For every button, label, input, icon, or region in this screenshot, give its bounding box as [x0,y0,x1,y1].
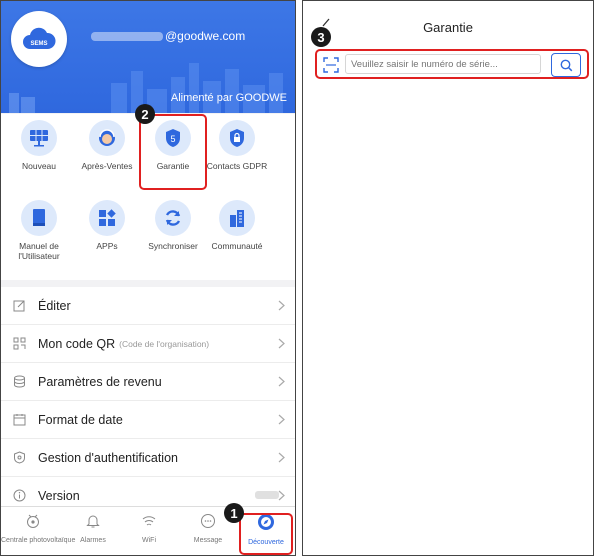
redacted-email-name [91,32,163,42]
list-item-editer[interactable]: Éditer [1,287,295,325]
list-sublabel: (Code de l'organisation) [119,338,210,349]
manual-book-icon [21,200,57,236]
grid-label: Nouveau [21,161,57,171]
grid-item-contacts-gdpr[interactable]: Contacts GDPR [202,120,272,171]
solar-panel-icon [21,120,57,156]
callout-2: 2 [135,104,155,124]
chevron-right-icon [278,414,285,425]
list-item-format-date[interactable]: Format de date [1,401,295,439]
sems-cloud-icon: SEMS [23,27,56,49]
chevron-right-icon [278,490,285,501]
community-buildings-icon [219,200,255,236]
page-title: Garantie [423,20,473,35]
tab-centrale-photovoltaique[interactable]: Centrale photovoltaïque [1,513,76,544]
tab-alarmes[interactable]: Alarmes [69,513,117,544]
qr-code-icon [12,337,26,351]
grid-item-apres-ventes[interactable]: Après-Ventes [72,120,142,171]
chevron-right-icon [278,376,285,387]
grid-label: Communauté [211,241,263,251]
support-agent-icon [89,120,125,156]
grid-label: Synchroniser [148,241,198,251]
powered-by-label: Alimenté par GOODWE [170,92,287,104]
callout-1: 1 [224,503,244,523]
list-label: Éditer [38,298,71,313]
tab-label: Centrale photovoltaïque [1,537,76,544]
grid-label: Manuel de l'Utilisateur [18,241,60,261]
grid-item-communaute[interactable]: Communauté [202,200,272,251]
tab-wifi[interactable]: WiFi [127,513,171,544]
auth-icon [12,451,26,465]
grid-label: Contacts GDPR [206,161,268,171]
chevron-right-icon [278,452,285,463]
calendar-icon [12,413,26,427]
avatar-label: SEMS [30,41,47,47]
list-label: Paramètres de revenu [38,374,162,389]
garantie-screen: Garantie 3 [302,0,594,556]
list-label: Format de date [38,412,123,427]
search-button[interactable] [551,53,581,77]
user-email: @goodwe.com [91,29,291,43]
tab-label: Message [193,537,223,544]
search-icon [560,59,572,71]
sync-icon [155,200,191,236]
settings-list: Éditer Mon code QR (Code de l'organisati… [1,287,295,515]
wifi-icon [142,516,156,526]
email-domain: @goodwe.com [165,29,246,43]
grid-item-manuel[interactable]: Manuel de l'Utilisateur [4,200,74,261]
chevron-right-icon [278,300,285,311]
nav-bar: Garantie [303,1,593,43]
info-icon [12,489,26,503]
scan-icon[interactable] [323,57,339,73]
decouverte-highlight [239,513,293,555]
bell-icon [86,515,100,528]
grid-label: APPs [96,241,118,251]
redacted-version-value [255,491,279,499]
profile-header: SEMS @goodwe.com Alimenté par GOODWE [1,1,295,113]
serial-number-input[interactable] [345,54,541,74]
list-label: Gestion d'authentification [38,450,178,465]
tab-label: WiFi [142,537,156,544]
grid-item-nouveau[interactable]: Nouveau [4,120,74,171]
grid-item-apps[interactable]: APPs [72,200,142,251]
plant-icon [27,514,39,528]
chevron-right-icon [278,338,285,349]
callout-3: 3 [311,27,331,47]
serial-search-row [315,49,589,79]
list-item-mon-code-qr[interactable]: Mon code QR (Code de l'organisation) [1,325,295,363]
list-item-gestion-authentification[interactable]: Gestion d'authentification [1,439,295,477]
message-icon [201,514,215,528]
list-item-parametres-revenu[interactable]: Paramètres de revenu [1,363,295,401]
discover-screen: SEMS @goodwe.com Alimenté par GOODWE Nou… [0,0,296,556]
tab-label: Alarmes [80,537,106,544]
grid-item-synchroniser[interactable]: Synchroniser [138,200,208,251]
lock-shield-icon [219,120,255,156]
grid-label: Après-Ventes [81,161,133,171]
avatar[interactable]: SEMS [11,11,67,67]
list-label: Version [38,488,80,503]
list-label: Mon code QR [38,336,116,351]
coins-icon [12,375,26,389]
edit-icon [12,299,26,313]
garantie-highlight [139,114,207,190]
apps-icon [89,200,125,236]
